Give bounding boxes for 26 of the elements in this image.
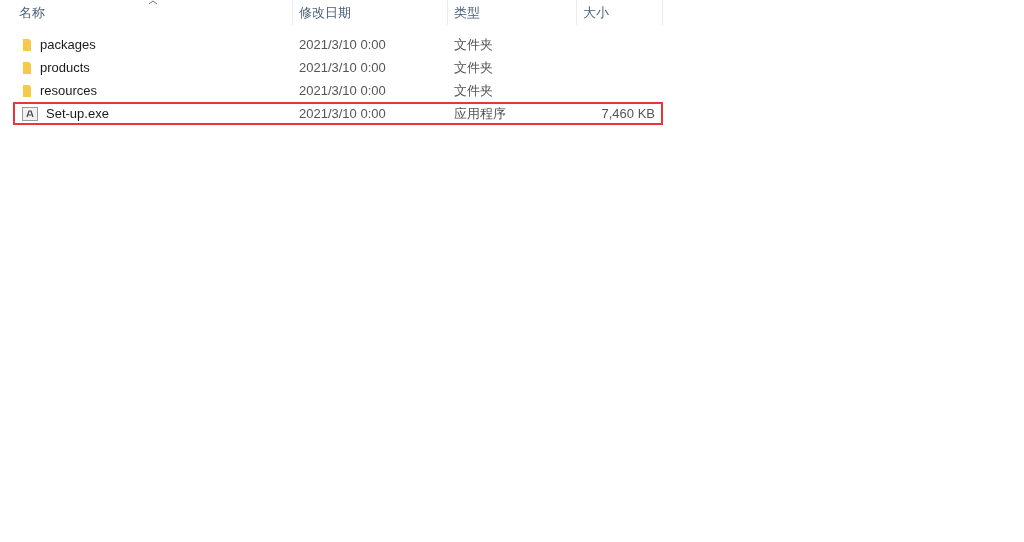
- modified-date: 2021/3/10 0:00: [299, 82, 386, 98]
- modified-date: 2021/3/10 0:00: [299, 59, 386, 75]
- column-header[interactable]: 大小: [577, 0, 663, 25]
- file-type: 文件夹: [454, 82, 493, 98]
- file-row[interactable]: Set-up.exe 2021/3/10 0:00 应用程序 7,460 KB: [13, 102, 663, 125]
- folder-icon: [22, 83, 32, 98]
- application-icon: [22, 106, 38, 121]
- modified-date: 2021/3/10 0:00: [299, 105, 386, 121]
- folder-icon: [22, 37, 32, 52]
- file-row[interactable]: resources 2021/3/10 0:00 文件夹: [13, 79, 663, 102]
- folder-icon: [22, 60, 32, 75]
- column-header[interactable]: 类型: [448, 0, 577, 25]
- file-type: 文件夹: [454, 36, 493, 52]
- file-row[interactable]: packages 2021/3/10 0:00 文件夹: [13, 33, 663, 56]
- modified-date: 2021/3/10 0:00: [299, 36, 386, 52]
- column-header[interactable]: 修改日期: [293, 0, 448, 25]
- file-type: 应用程序: [454, 105, 506, 121]
- file-row[interactable]: products 2021/3/10 0:00 文件夹: [13, 56, 663, 79]
- file-type: 文件夹: [454, 59, 493, 75]
- file-name: packages: [40, 35, 96, 54]
- sort-caret-icon: [147, 0, 158, 5]
- column-header[interactable]: 名称: [13, 0, 293, 25]
- file-name: resources: [40, 81, 98, 100]
- file-name: products: [40, 58, 90, 77]
- file-size: 7,460 KB: [601, 104, 655, 123]
- file-name: Set-up.exe: [46, 104, 109, 123]
